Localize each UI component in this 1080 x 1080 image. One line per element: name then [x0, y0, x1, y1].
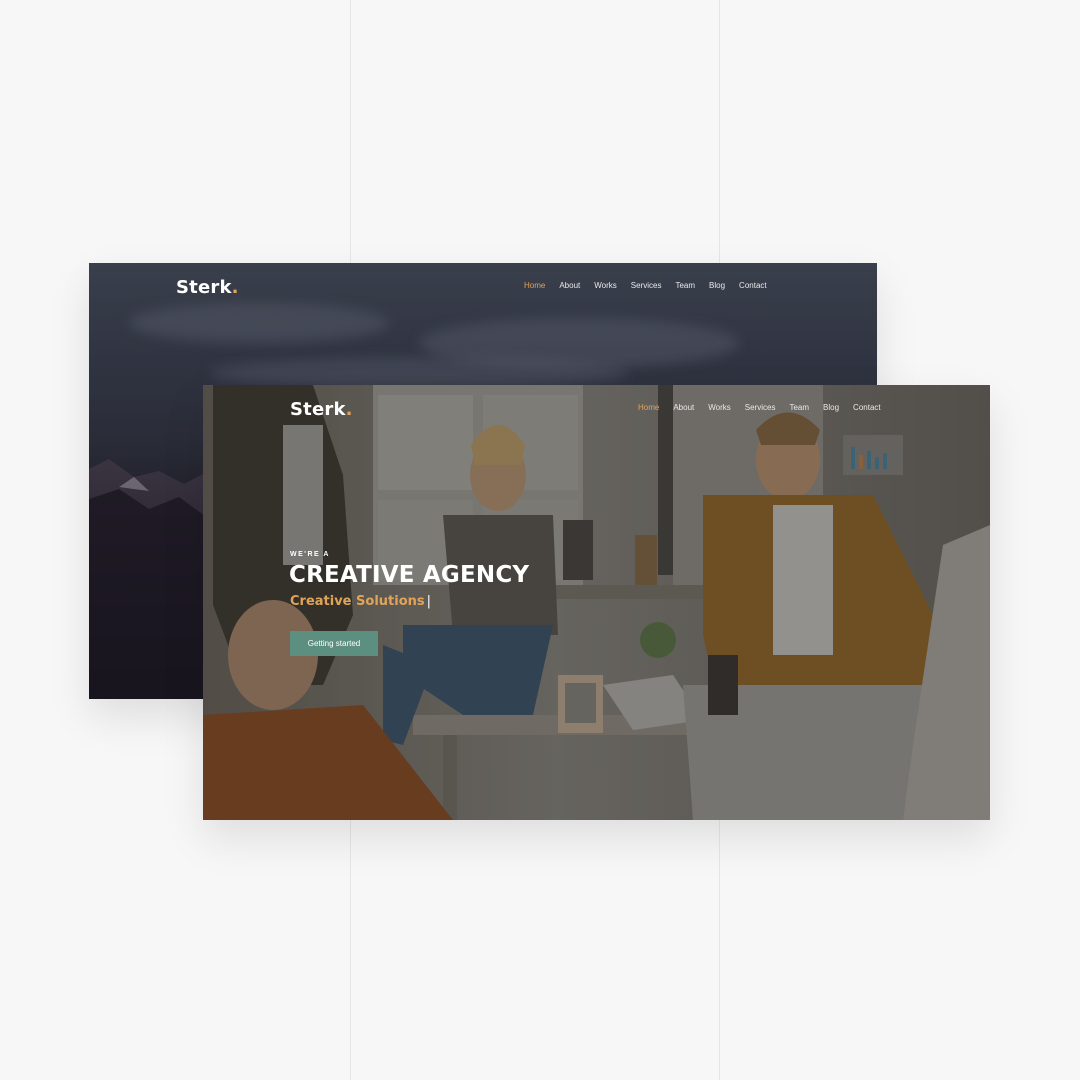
logo-text: Sterk [176, 277, 232, 298]
nav-home[interactable]: Home [638, 403, 659, 412]
nav-home[interactable]: Home [524, 281, 545, 290]
nav-team[interactable]: Team [675, 281, 695, 290]
logo-text: Sterk [290, 399, 346, 420]
logo-dot: . [345, 399, 353, 420]
logo[interactable]: Sterk. [290, 399, 353, 420]
nav-contact[interactable]: Contact [739, 281, 767, 290]
hero-subline: Creative Solutions | [290, 594, 431, 609]
logo-dot: . [231, 277, 239, 298]
nav-blog[interactable]: Blog [709, 281, 725, 290]
nav-about[interactable]: About [673, 403, 694, 412]
nav-about[interactable]: About [559, 281, 580, 290]
nav-services[interactable]: Services [745, 403, 776, 412]
nav-services[interactable]: Services [631, 281, 662, 290]
logo[interactable]: Sterk. [176, 277, 239, 298]
main-nav: Home About Works Services Team Blog Cont… [638, 403, 895, 412]
hero-kicker: WE'RE A [290, 551, 330, 558]
nav-works[interactable]: Works [594, 281, 617, 290]
typing-caret: | [426, 594, 432, 609]
creative-agency-hero-preview: Sterk. Home About Works Services Team Bl… [203, 385, 990, 820]
nav-contact[interactable]: Contact [853, 403, 881, 412]
main-nav: Home About Works Services Team Blog Cont… [524, 281, 781, 290]
hero-subline-text: Creative Solutions [290, 594, 425, 609]
nav-blog[interactable]: Blog [823, 403, 839, 412]
nav-works[interactable]: Works [708, 403, 731, 412]
hero-headline: CREATIVE AGENCY [289, 562, 530, 588]
nav-team[interactable]: Team [789, 403, 809, 412]
getting-started-button[interactable]: Getting started [290, 631, 378, 656]
